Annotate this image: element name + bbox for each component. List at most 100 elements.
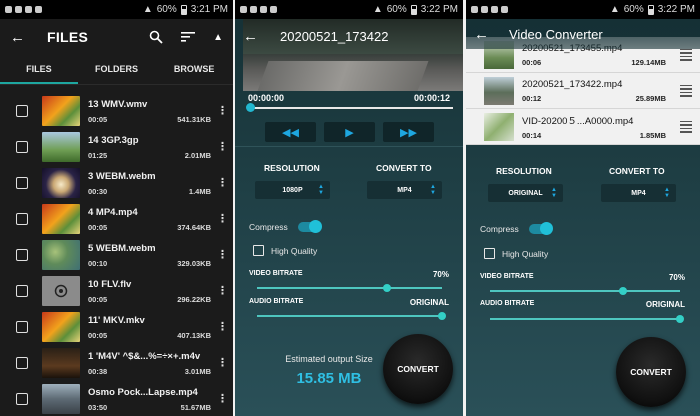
queue-file-duration: 00:14 bbox=[522, 131, 542, 140]
more-options-icon[interactable]: ⋮ bbox=[217, 249, 228, 261]
high-quality-checkbox[interactable] bbox=[253, 245, 264, 256]
file-size: 3.01MB bbox=[184, 366, 211, 376]
slider-handle[interactable] bbox=[619, 287, 627, 295]
slider-handle[interactable] bbox=[382, 284, 391, 292]
file-name: 14 3GP.3gp bbox=[88, 134, 139, 146]
signal-icon: ▲ bbox=[372, 4, 383, 15]
file-checkbox[interactable] bbox=[16, 249, 28, 261]
tab-browse[interactable]: BROWSE bbox=[155, 55, 233, 84]
more-options-icon[interactable]: ⋮ bbox=[217, 177, 228, 189]
seek-bar[interactable] bbox=[246, 103, 453, 112]
video-thumbnail bbox=[42, 384, 80, 414]
slider-handle[interactable] bbox=[438, 312, 446, 320]
notification-icon bbox=[15, 6, 22, 13]
tab-folders[interactable]: FOLDERS bbox=[78, 55, 156, 84]
video-bitrate-label: VIDEO BITRATE bbox=[480, 273, 534, 280]
audio-bitrate-slider[interactable] bbox=[490, 315, 684, 323]
collapse-icon[interactable]: ▲ bbox=[213, 32, 223, 43]
compress-toggle[interactable] bbox=[528, 222, 553, 235]
search-icon[interactable] bbox=[149, 30, 163, 44]
notification-icon bbox=[481, 6, 488, 13]
audio-bitrate-slider[interactable] bbox=[257, 312, 446, 320]
battery-percent: 60% bbox=[623, 4, 644, 15]
sort-icon[interactable] bbox=[181, 31, 196, 43]
estimated-size-label: Estimated output Size bbox=[285, 354, 373, 364]
video-bitrate-row: VIDEO BITRATE 70% bbox=[480, 273, 685, 282]
format-select[interactable]: MP4 ▲ ▼ bbox=[367, 181, 442, 199]
audio-bitrate-value: ORIGINAL bbox=[409, 298, 449, 307]
seek-handle[interactable] bbox=[246, 103, 255, 112]
video-thumbnail bbox=[484, 112, 514, 141]
queue-file-size: 129.14MB bbox=[631, 57, 666, 67]
convert-to-label: CONVERT TO bbox=[609, 166, 665, 176]
slider-handle[interactable] bbox=[676, 315, 684, 323]
play-button[interactable]: ▶ bbox=[324, 122, 375, 142]
file-checkbox[interactable] bbox=[16, 177, 28, 189]
clock: 3:22 PM bbox=[657, 4, 695, 15]
high-quality-checkbox[interactable] bbox=[484, 248, 495, 259]
file-checkbox[interactable] bbox=[16, 321, 28, 333]
drag-handle-icon[interactable] bbox=[680, 84, 692, 97]
file-name: 10 FLV.flv bbox=[88, 278, 132, 290]
file-row[interactable]: 5 WEBM.webm 00:10 329.03KB ⋮ bbox=[0, 237, 233, 273]
file-row[interactable]: 13 WMV.wmv 00:05 541.31KB ⋮ bbox=[0, 93, 233, 129]
file-size: 2.01MB bbox=[184, 150, 211, 160]
file-duration: 01:25 bbox=[88, 150, 108, 160]
drag-handle-icon[interactable] bbox=[680, 48, 692, 61]
file-row[interactable]: 11' MKV.mkv 00:05 407.13KB ⋮ bbox=[0, 309, 233, 345]
resolution-select[interactable]: 1080P ▲ ▼ bbox=[255, 181, 330, 199]
fast-forward-button[interactable]: ▶▶ bbox=[383, 122, 434, 142]
video-bitrate-slider[interactable] bbox=[257, 284, 442, 292]
file-checkbox[interactable] bbox=[16, 213, 28, 225]
more-options-icon[interactable]: ⋮ bbox=[217, 213, 228, 225]
video-bitrate-slider[interactable] bbox=[490, 287, 680, 295]
compress-toggle[interactable] bbox=[297, 220, 322, 233]
file-checkbox[interactable] bbox=[16, 393, 28, 405]
tab-files[interactable]: FILES bbox=[0, 55, 78, 84]
format-select[interactable]: MP4 ▲ ▼ bbox=[601, 184, 676, 202]
video-thumbnail bbox=[42, 132, 80, 162]
file-row[interactable]: 1 'M4V' ^$&...%=÷×+.m4v 00:38 3.01MB ⋮ bbox=[0, 345, 233, 381]
back-arrow-icon[interactable]: ← bbox=[10, 29, 25, 46]
file-row[interactable]: 14 3GP.3gp 01:25 2.01MB ⋮ bbox=[0, 129, 233, 165]
more-options-icon[interactable]: ⋮ bbox=[217, 285, 228, 297]
queue-file-size: 1.85MB bbox=[639, 131, 666, 140]
rewind-button[interactable]: ◀◀ bbox=[265, 122, 316, 142]
high-quality-label: High Quality bbox=[271, 245, 318, 256]
file-duration: 00:05 bbox=[88, 330, 108, 340]
file-checkbox[interactable] bbox=[16, 357, 28, 369]
battery-percent: 60% bbox=[156, 4, 177, 15]
back-arrow-icon[interactable]: ← bbox=[474, 26, 489, 43]
audio-bitrate-value: ORIGINAL bbox=[645, 300, 685, 309]
more-options-icon[interactable]: ⋮ bbox=[217, 393, 228, 405]
notification-icon bbox=[250, 6, 257, 13]
file-checkbox[interactable] bbox=[16, 141, 28, 153]
audio-bitrate-row: AUDIO BITRATE ORIGINAL bbox=[480, 300, 685, 309]
convert-button[interactable]: CONVERT bbox=[383, 334, 453, 404]
file-row[interactable]: 4 MP4.mp4 00:05 374.64KB ⋮ bbox=[0, 201, 233, 237]
total-time: 00:00:12 bbox=[413, 93, 450, 103]
high-quality-label: High Quality bbox=[502, 248, 549, 259]
resolution-select[interactable]: ORIGINAL ▲ ▼ bbox=[488, 184, 563, 202]
file-row[interactable]: 10 FLV.flv 00:05 296.22KB ⋮ bbox=[0, 273, 233, 309]
compress-row: Compress bbox=[480, 222, 553, 235]
up-down-icon: ▲ ▼ bbox=[551, 187, 557, 199]
queue-row[interactable]: VID-20200５...A0000.mp4 00:14 1.85MB bbox=[466, 109, 700, 145]
back-arrow-icon[interactable]: ← bbox=[243, 28, 258, 45]
file-name: 13 WMV.wmv bbox=[88, 98, 148, 110]
file-duration: 03:50 bbox=[88, 402, 108, 412]
convert-button[interactable]: CONVERT bbox=[616, 337, 686, 407]
file-checkbox[interactable] bbox=[16, 105, 28, 117]
video-thumbnail bbox=[42, 168, 80, 198]
more-options-icon[interactable]: ⋮ bbox=[217, 321, 228, 333]
file-row[interactable]: Osmo Pock...Lapse.mp4 03:50 51.67MB ⋮ bbox=[0, 381, 233, 416]
queue-row[interactable]: 20200521_173422.mp4 00:12 25.89MB bbox=[466, 73, 700, 109]
file-size: 1.4MB bbox=[188, 186, 211, 196]
more-options-icon[interactable]: ⋮ bbox=[217, 105, 228, 117]
more-options-icon[interactable]: ⋮ bbox=[217, 357, 228, 369]
file-row[interactable]: 3 WEBM.webm 00:30 1.4MB ⋮ bbox=[0, 165, 233, 201]
more-options-icon[interactable]: ⋮ bbox=[217, 141, 228, 153]
drag-handle-icon[interactable] bbox=[680, 120, 692, 133]
page-title: Video Converter bbox=[509, 26, 603, 42]
file-checkbox[interactable] bbox=[16, 285, 28, 297]
